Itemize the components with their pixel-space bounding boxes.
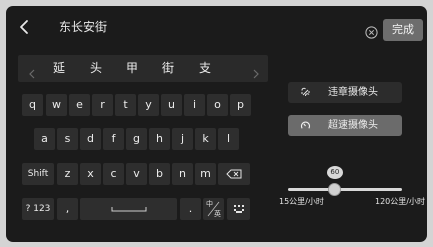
period-key[interactable]: . (180, 198, 201, 220)
key-t[interactable]: t (115, 94, 136, 116)
comma-key[interactable]: , (57, 198, 78, 220)
key-c[interactable]: c (103, 163, 124, 185)
key-z[interactable]: z (57, 163, 78, 185)
search-bar: 东长安街 完成 (6, 6, 427, 48)
space-key[interactable] (80, 198, 177, 220)
slider-max-label: 120公里/小时 (375, 197, 425, 206)
key-x[interactable]: x (80, 163, 101, 185)
key-a[interactable]: a (34, 128, 55, 150)
candidate-bar: 延 头 甲 街 支 (18, 55, 268, 82)
key-d[interactable]: d (80, 128, 101, 150)
key-h[interactable]: h (149, 128, 170, 150)
key-o[interactable]: o (207, 94, 228, 116)
key-u[interactable]: u (161, 94, 182, 116)
key-q[interactable]: q (22, 94, 43, 116)
violation-camera-icon (301, 87, 310, 97)
slider-track[interactable] (288, 188, 402, 191)
speed-camera-label: 超速摄像头 (328, 120, 378, 131)
speed-camera-icon (301, 121, 310, 129)
key-m[interactable]: m (195, 163, 216, 185)
violation-camera-button[interactable]: 违章摄像头 (288, 82, 402, 103)
backspace-key[interactable] (218, 163, 250, 185)
chevron-left-icon (20, 20, 28, 34)
clear-button[interactable] (365, 24, 378, 39)
done-button[interactable]: 完成 (383, 19, 423, 41)
key-e[interactable]: e (69, 94, 90, 116)
key-v[interactable]: v (126, 163, 147, 185)
slider-min-label: 15公里/小时 (279, 197, 324, 206)
back-button[interactable] (16, 18, 34, 36)
candidate-next-button[interactable] (252, 64, 260, 79)
clear-circle-icon (365, 26, 378, 39)
violation-camera-label: 违章摄像头 (328, 87, 378, 98)
key-s[interactable]: s (57, 128, 78, 150)
key-g[interactable]: g (126, 128, 147, 150)
key-l[interactable]: l (218, 128, 239, 150)
speed-camera-button[interactable]: 超速摄像头 (288, 115, 402, 136)
chevron-left-icon (29, 69, 35, 79)
backspace-icon (226, 169, 242, 179)
search-input[interactable]: 东长安街 (59, 19, 107, 35)
chevron-right-icon (253, 69, 259, 79)
shift-key[interactable]: Shift (22, 163, 54, 185)
key-n[interactable]: n (172, 163, 193, 185)
key-r[interactable]: r (92, 94, 113, 116)
slider-thumb[interactable] (328, 183, 342, 196)
candidate-word[interactable]: 延 (49, 60, 69, 76)
key-p[interactable]: p (230, 94, 251, 116)
key-f[interactable]: f (103, 128, 124, 150)
space-bar-icon (111, 207, 146, 212)
key-w[interactable]: w (46, 94, 67, 116)
numeric-key[interactable]: ? 123 (22, 198, 54, 220)
candidate-word[interactable]: 支 (195, 60, 215, 76)
key-k[interactable]: k (195, 128, 216, 150)
key-y[interactable]: y (138, 94, 159, 116)
candidate-word[interactable]: 头 (86, 60, 106, 76)
keyboard-switch-key[interactable] (227, 198, 250, 220)
slider-value-badge: 60 (326, 166, 343, 179)
key-b[interactable]: b (149, 163, 170, 185)
candidate-word[interactable]: 街 (158, 60, 178, 76)
language-switch-key[interactable]: 中 英 (203, 198, 224, 220)
key-j[interactable]: j (172, 128, 193, 150)
candidate-word[interactable]: 甲 (122, 60, 142, 76)
key-i[interactable]: i (184, 94, 205, 116)
lang-english-label: 英 (214, 210, 221, 218)
candidate-prev-button[interactable] (28, 64, 36, 79)
keyboard-icon (233, 205, 244, 213)
navigation-search-screen: 东长安街 完成 延 头 甲 街 支 q w e r t y u i o p a … (6, 6, 427, 242)
